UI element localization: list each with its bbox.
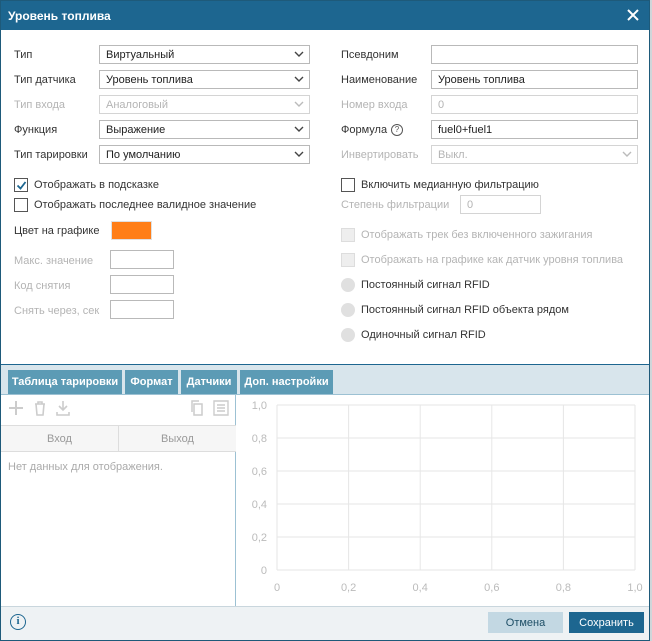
remove-after-label: Снять через, сек — [14, 305, 100, 317]
track-no-ignition-label: Отображать трек без включенного зажигани… — [361, 229, 593, 241]
x-tick-label: 0,2 — [341, 582, 356, 594]
removal-code-label: Код снятия — [14, 280, 71, 292]
tab-calibration-table[interactable]: Таблица тарировки — [8, 370, 122, 394]
y-tick-label: 0,8 — [252, 433, 267, 445]
chevron-down-icon — [294, 76, 304, 82]
dialog-title: Уровень топлива — [8, 9, 111, 23]
rfid-constant-radio[interactable] — [341, 278, 355, 292]
dialog-titlebar: Уровень топлива — [1, 1, 649, 30]
x-tick-label: 1,0 — [627, 582, 642, 594]
show-last-valid-checkbox[interactable] — [14, 198, 28, 212]
chevron-down-icon — [294, 51, 304, 57]
save-button[interactable]: Сохранить — [569, 612, 644, 633]
close-button[interactable] — [625, 6, 641, 24]
tab-sensors[interactable]: Датчики — [181, 370, 237, 394]
max-value-input[interactable] — [110, 250, 174, 269]
remove-after-input[interactable] — [110, 300, 174, 319]
show-as-fuel-label: Отображать на графике как датчик уровня … — [361, 254, 624, 266]
rfid-nearby-label: Постоянный сигнал RFID объекта рядом — [361, 304, 569, 316]
input-type-select: Аналоговый — [99, 95, 310, 114]
delete-icon[interactable] — [32, 400, 48, 416]
tab-advanced-settings[interactable]: Доп. настройки — [240, 370, 333, 394]
type-select[interactable]: Виртуальный — [99, 45, 310, 64]
invert-select: Выкл. — [431, 145, 638, 164]
help-icon[interactable]: ? — [391, 124, 403, 136]
chart-color-label: Цвет на графике — [14, 225, 100, 237]
calibration-type-label: Тип тарировки — [14, 149, 88, 161]
tab-bar: Таблица тарировки Формат Датчики Доп. на… — [1, 365, 649, 394]
close-icon — [627, 9, 639, 21]
filter-degree-input: 0 — [460, 195, 541, 214]
x-tick-label: 0,6 — [484, 582, 499, 594]
rfid-single-label: Одиночный сигнал RFID — [361, 329, 486, 341]
rfid-single-radio[interactable] — [341, 328, 355, 342]
column-header-output[interactable]: Выход — [119, 425, 236, 452]
list-icon[interactable] — [213, 400, 229, 416]
median-filter-label: Включить медианную фильтрацию — [361, 179, 539, 191]
column-header-input[interactable]: Вход — [1, 425, 119, 452]
y-tick-label: 1,0 — [252, 400, 267, 412]
y-tick-label: 0,2 — [252, 532, 267, 544]
function-label: Функция — [14, 124, 58, 136]
type-label: Тип — [14, 49, 33, 61]
formula-input[interactable]: fuel0+fuel1 — [431, 120, 638, 139]
chevron-down-icon — [622, 151, 632, 157]
add-icon[interactable] — [8, 400, 24, 416]
calibration-type-value: По умолчанию — [106, 149, 181, 161]
invert-label: Инвертировать — [341, 149, 419, 161]
chart-color-picker[interactable] — [111, 221, 152, 240]
y-tick-label: 0,6 — [252, 466, 267, 478]
chevron-down-icon — [294, 126, 304, 132]
calibration-type-select[interactable]: По умолчанию — [99, 145, 310, 164]
chart-svg: 0 0,2 0,4 0,6 0,8 1,0 0 0,2 0,4 0,6 0,8 1,0 — [252, 400, 643, 594]
calibration-chart: 0 0,2 0,4 0,6 0,8 1,0 0 0,2 0,4 0,6 0,8 1,0 — [237, 395, 649, 607]
show-as-fuel-checkbox — [341, 253, 355, 267]
chevron-down-icon — [294, 151, 304, 157]
sensor-dialog: Уровень топлива Тип Виртуальный Тип датч… — [0, 0, 650, 641]
x-tick-label: 0,8 — [556, 582, 571, 594]
removal-code-input[interactable] — [110, 275, 174, 294]
y-tick-label: 0 — [261, 565, 267, 577]
name-input[interactable]: Уровень топлива — [431, 70, 638, 89]
function-select[interactable]: Выражение — [99, 120, 310, 139]
name-label: Наименование — [341, 74, 418, 86]
empty-table-message: Нет данных для отображения. — [8, 461, 163, 473]
median-filter-checkbox[interactable] — [341, 178, 355, 192]
sensor-type-label: Тип датчика — [14, 74, 76, 86]
track-no-ignition-checkbox — [341, 228, 355, 242]
type-select-value: Виртуальный — [106, 49, 175, 61]
calibration-table-pane: Вход Выход Нет данных для отображения. — [1, 395, 236, 607]
input-type-label: Тип входа — [14, 99, 66, 111]
calibration-panel: Вход Выход Нет данных для отображения. 0… — [1, 394, 649, 607]
show-last-valid-label: Отображать последнее валидное значение — [34, 199, 257, 211]
show-in-tooltip-label: Отображать в подсказке — [34, 179, 159, 191]
input-number-input: 0 — [431, 95, 638, 114]
tab-format[interactable]: Формат — [125, 370, 178, 394]
x-tick-label: 0,4 — [413, 582, 428, 594]
input-number-label: Номер входа — [341, 99, 408, 111]
x-tick-label: 0 — [274, 582, 280, 594]
chevron-down-icon — [294, 101, 304, 107]
alias-input[interactable] — [431, 45, 638, 64]
info-icon[interactable]: i — [10, 614, 26, 630]
rfid-nearby-radio[interactable] — [341, 303, 355, 317]
dialog-footer: i Отмена Сохранить — [1, 606, 649, 640]
copy-icon[interactable] — [189, 400, 205, 416]
check-icon — [16, 181, 27, 190]
formula-label: Формула — [341, 124, 388, 136]
rfid-constant-label: Постоянный сигнал RFID — [361, 279, 490, 291]
alias-label: Псевдоним — [341, 49, 399, 61]
function-value: Выражение — [106, 124, 166, 136]
invert-value: Выкл. — [438, 149, 468, 161]
sensor-type-select[interactable]: Уровень топлива — [99, 70, 310, 89]
show-in-tooltip-checkbox[interactable] — [14, 178, 28, 192]
import-icon[interactable] — [55, 400, 71, 416]
sensor-type-value: Уровень топлива — [106, 74, 193, 86]
filter-degree-label: Степень фильтрации — [341, 199, 450, 211]
max-value-label: Макс. значение — [14, 255, 94, 267]
cancel-button[interactable]: Отмена — [488, 612, 563, 633]
y-tick-label: 0,4 — [252, 499, 267, 511]
input-type-value: Аналоговый — [106, 99, 168, 111]
